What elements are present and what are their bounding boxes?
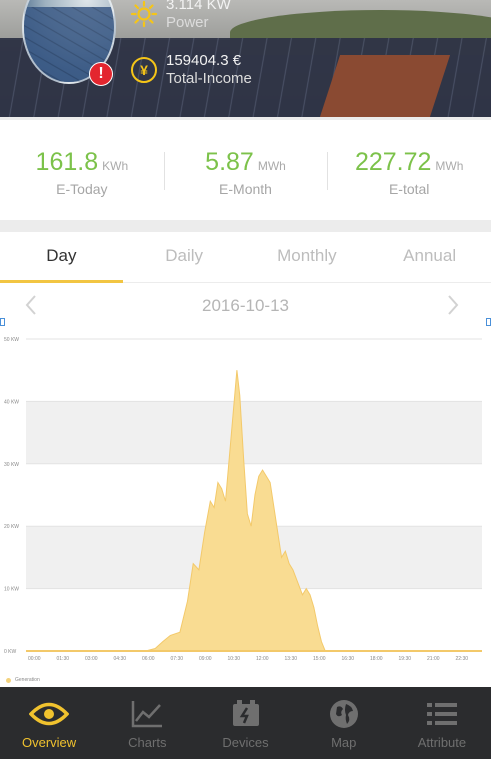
nav-overview[interactable]: Overview — [0, 687, 98, 759]
device-icon — [196, 697, 294, 731]
e-total-value: 227.72 — [354, 148, 432, 176]
x-tick-label: 09:00 — [199, 656, 212, 662]
e-month-value: 5.87 — [205, 148, 254, 176]
e-month-label: E-Month — [219, 181, 272, 197]
tab-daily[interactable]: Daily — [123, 232, 246, 282]
bottom-nav: Overview Charts Devices Map Attribute — [0, 687, 491, 759]
globe-icon — [295, 697, 393, 731]
legend-label: Generation — [15, 677, 40, 683]
x-tick-label: 21:00 — [427, 656, 440, 662]
tab-day[interactable]: Day — [0, 232, 123, 283]
power-label: Power — [166, 14, 209, 31]
x-tick-label: 06:00 — [142, 656, 155, 662]
y-tick-label: 50 KW — [4, 337, 19, 343]
nav-attribute-label: Attribute — [417, 735, 467, 750]
x-tick-label: 13:30 — [285, 656, 298, 662]
e-today-value: 161.8 — [35, 148, 99, 176]
summary-e-total: 227.72 MWh E-total — [327, 120, 491, 220]
yen-icon: ¥ — [131, 57, 157, 83]
generation-chart-svg: 0 KW 10 KW 20 KW 30 KW 40 KW 50 KW 00:00 01:30 0… — [4, 337, 482, 662]
generation-chart: 0 KW 10 KW 20 KW 30 KW 40 KW 50 KW 00:00 01:30 0… — [0, 329, 491, 687]
power-stat: 3.114 KW Power — [130, 0, 231, 32]
list-icon — [393, 697, 491, 731]
income-value: 159404.3 € — [166, 52, 242, 69]
scroll-edge-marker-right — [486, 318, 491, 326]
banner-roof — [319, 55, 451, 117]
chart-legend: Generation — [6, 677, 40, 683]
eye-icon — [0, 697, 98, 731]
y-tick-label: 20 KW — [4, 524, 19, 530]
nav-map[interactable]: Map — [295, 687, 393, 759]
tab-monthly[interactable]: Monthly — [246, 232, 369, 282]
x-tick-label: 19:30 — [399, 656, 412, 662]
nav-map-label: Map — [331, 735, 357, 750]
y-tick-label: 40 KW — [4, 399, 19, 405]
alert-icon[interactable]: ! — [89, 62, 113, 86]
nav-attribute[interactable]: Attribute — [393, 687, 491, 759]
income-stat: ¥ 159404.3 € Total-Income — [130, 52, 252, 88]
date-navigator: 2016-10-13 — [0, 283, 491, 329]
summary-e-month: 5.87 MWh E-Month — [163, 120, 328, 220]
nav-devices[interactable]: Devices — [196, 687, 294, 759]
x-tick-label: 22:30 — [456, 656, 469, 662]
x-tick-label: 12:00 — [256, 656, 269, 662]
x-tick-label: 10:30 — [228, 656, 241, 662]
income-label: Total-Income — [166, 70, 252, 87]
scroll-edge-marker-left — [0, 318, 5, 326]
nav-charts[interactable]: Charts — [98, 687, 196, 759]
power-value: 3.114 KW — [166, 0, 231, 13]
grid-band — [26, 401, 482, 464]
legend-swatch — [6, 677, 11, 683]
sun-icon — [130, 0, 158, 28]
plant-banner: ! 3.114 KW Power ¥ 159404.3 € Total-Inco… — [0, 0, 491, 117]
x-tick-label: 01:30 — [57, 656, 70, 662]
selected-date[interactable]: 2016-10-13 — [0, 283, 491, 329]
e-month-unit: MWh — [257, 159, 286, 173]
e-total-label: E-total — [388, 181, 430, 197]
e-today-unit: KWh — [102, 159, 129, 173]
x-tick-label: 18:00 — [370, 656, 383, 662]
x-tick-label: 16:30 — [342, 656, 355, 662]
nav-devices-label: Devices — [222, 735, 269, 750]
x-tick-label: 07:30 — [171, 656, 184, 662]
nav-overview-label: Overview — [22, 735, 77, 750]
chevron-right-icon[interactable] — [440, 293, 464, 317]
y-tick-label: 10 KW — [4, 587, 19, 593]
x-tick-label: 00:00 — [28, 656, 41, 662]
x-tick-label: 03:00 — [85, 656, 98, 662]
line-chart-icon — [98, 697, 196, 731]
e-total-unit: MWh — [435, 159, 464, 173]
x-tick-label: 04:30 — [114, 656, 127, 662]
period-tabs: Day Daily Monthly Annual — [0, 232, 491, 283]
energy-summary: 161.8 KWh E-Today 5.87 MWh E-Month 227.72 M… — [0, 120, 491, 220]
summary-e-today: 161.8 KWh E-Today — [0, 120, 164, 220]
y-tick-label: 30 KW — [4, 462, 19, 468]
e-today-label: E-Today — [56, 181, 108, 197]
x-tick-label: 15:00 — [313, 656, 326, 662]
tab-annual[interactable]: Annual — [368, 232, 491, 282]
nav-charts-label: Charts — [128, 735, 167, 750]
y-tick-label: 0 KW — [4, 649, 17, 655]
